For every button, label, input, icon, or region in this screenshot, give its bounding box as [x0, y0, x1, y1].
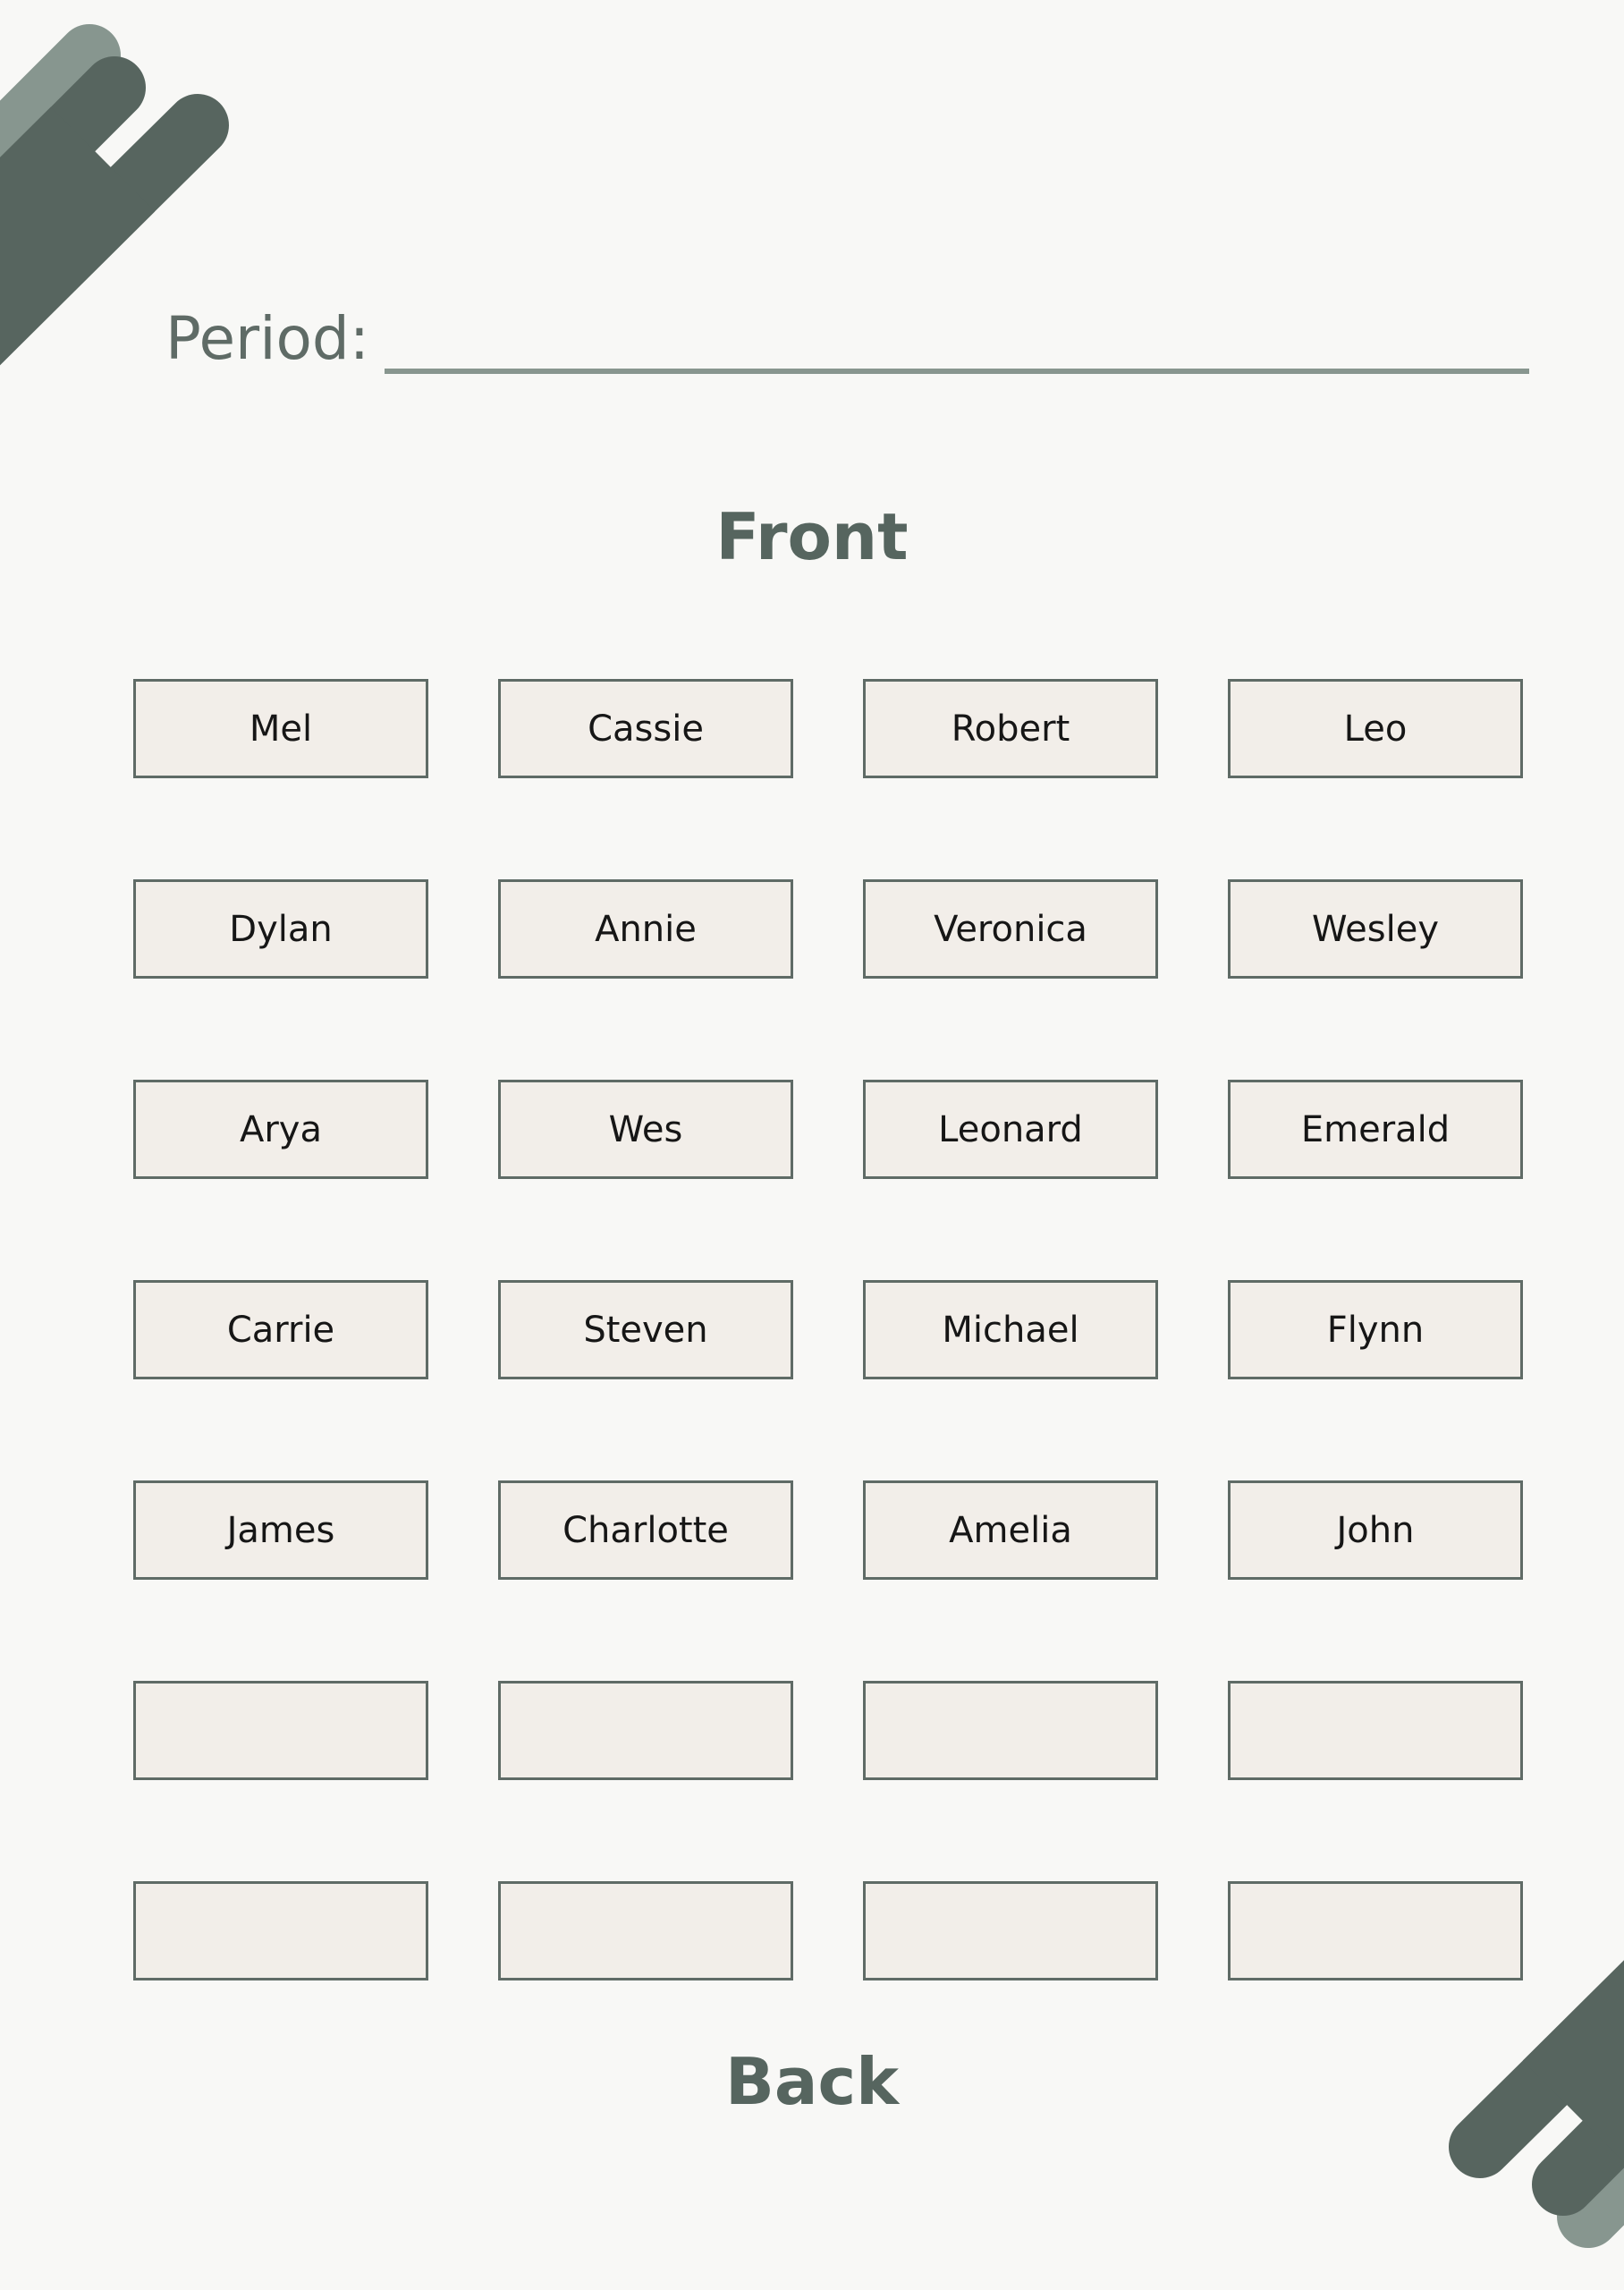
top-left-stripes: [0, 24, 229, 366]
seat-box[interactable]: [498, 1881, 793, 1980]
seat-box[interactable]: Veronica: [863, 879, 1158, 979]
seat-box[interactable]: Carrie: [133, 1280, 428, 1379]
seat-box[interactable]: [133, 1681, 428, 1780]
seat-box[interactable]: Michael: [863, 1280, 1158, 1379]
seat-box[interactable]: Flynn: [1228, 1280, 1523, 1379]
seat-box[interactable]: Emerald: [1228, 1080, 1523, 1179]
seat-box[interactable]: Steven: [498, 1280, 793, 1379]
seat-box[interactable]: Robert: [863, 679, 1158, 778]
seat-box[interactable]: [1228, 1881, 1523, 1980]
seat-box[interactable]: Cassie: [498, 679, 793, 778]
seat-box[interactable]: Amelia: [863, 1480, 1158, 1580]
seat-box[interactable]: John: [1228, 1480, 1523, 1580]
seat-box[interactable]: Annie: [498, 879, 793, 979]
period-input-line[interactable]: [385, 369, 1529, 374]
seat-box[interactable]: Dylan: [133, 879, 428, 979]
seat-box[interactable]: [1228, 1681, 1523, 1780]
seat-box[interactable]: Wesley: [1228, 879, 1523, 979]
seat-box[interactable]: [133, 1881, 428, 1980]
front-heading: Front: [715, 499, 909, 574]
seating-grid: Mel Cassie Robert Leo Dylan Annie Veronica Wesl…: [133, 679, 1523, 1980]
seat-box[interactable]: [498, 1681, 793, 1780]
seat-box[interactable]: Leonard: [863, 1080, 1158, 1179]
seat-box[interactable]: [863, 1881, 1158, 1980]
seat-box[interactable]: James: [133, 1480, 428, 1580]
seat-box[interactable]: Wes: [498, 1080, 793, 1179]
period-label: Period:: [165, 304, 370, 373]
seat-box[interactable]: Charlotte: [498, 1480, 793, 1580]
back-heading: Back: [724, 2044, 900, 2119]
seat-box[interactable]: Arya: [133, 1080, 428, 1179]
seat-box[interactable]: Leo: [1228, 679, 1523, 778]
seat-box[interactable]: Mel: [133, 679, 428, 778]
seat-box[interactable]: [863, 1681, 1158, 1780]
